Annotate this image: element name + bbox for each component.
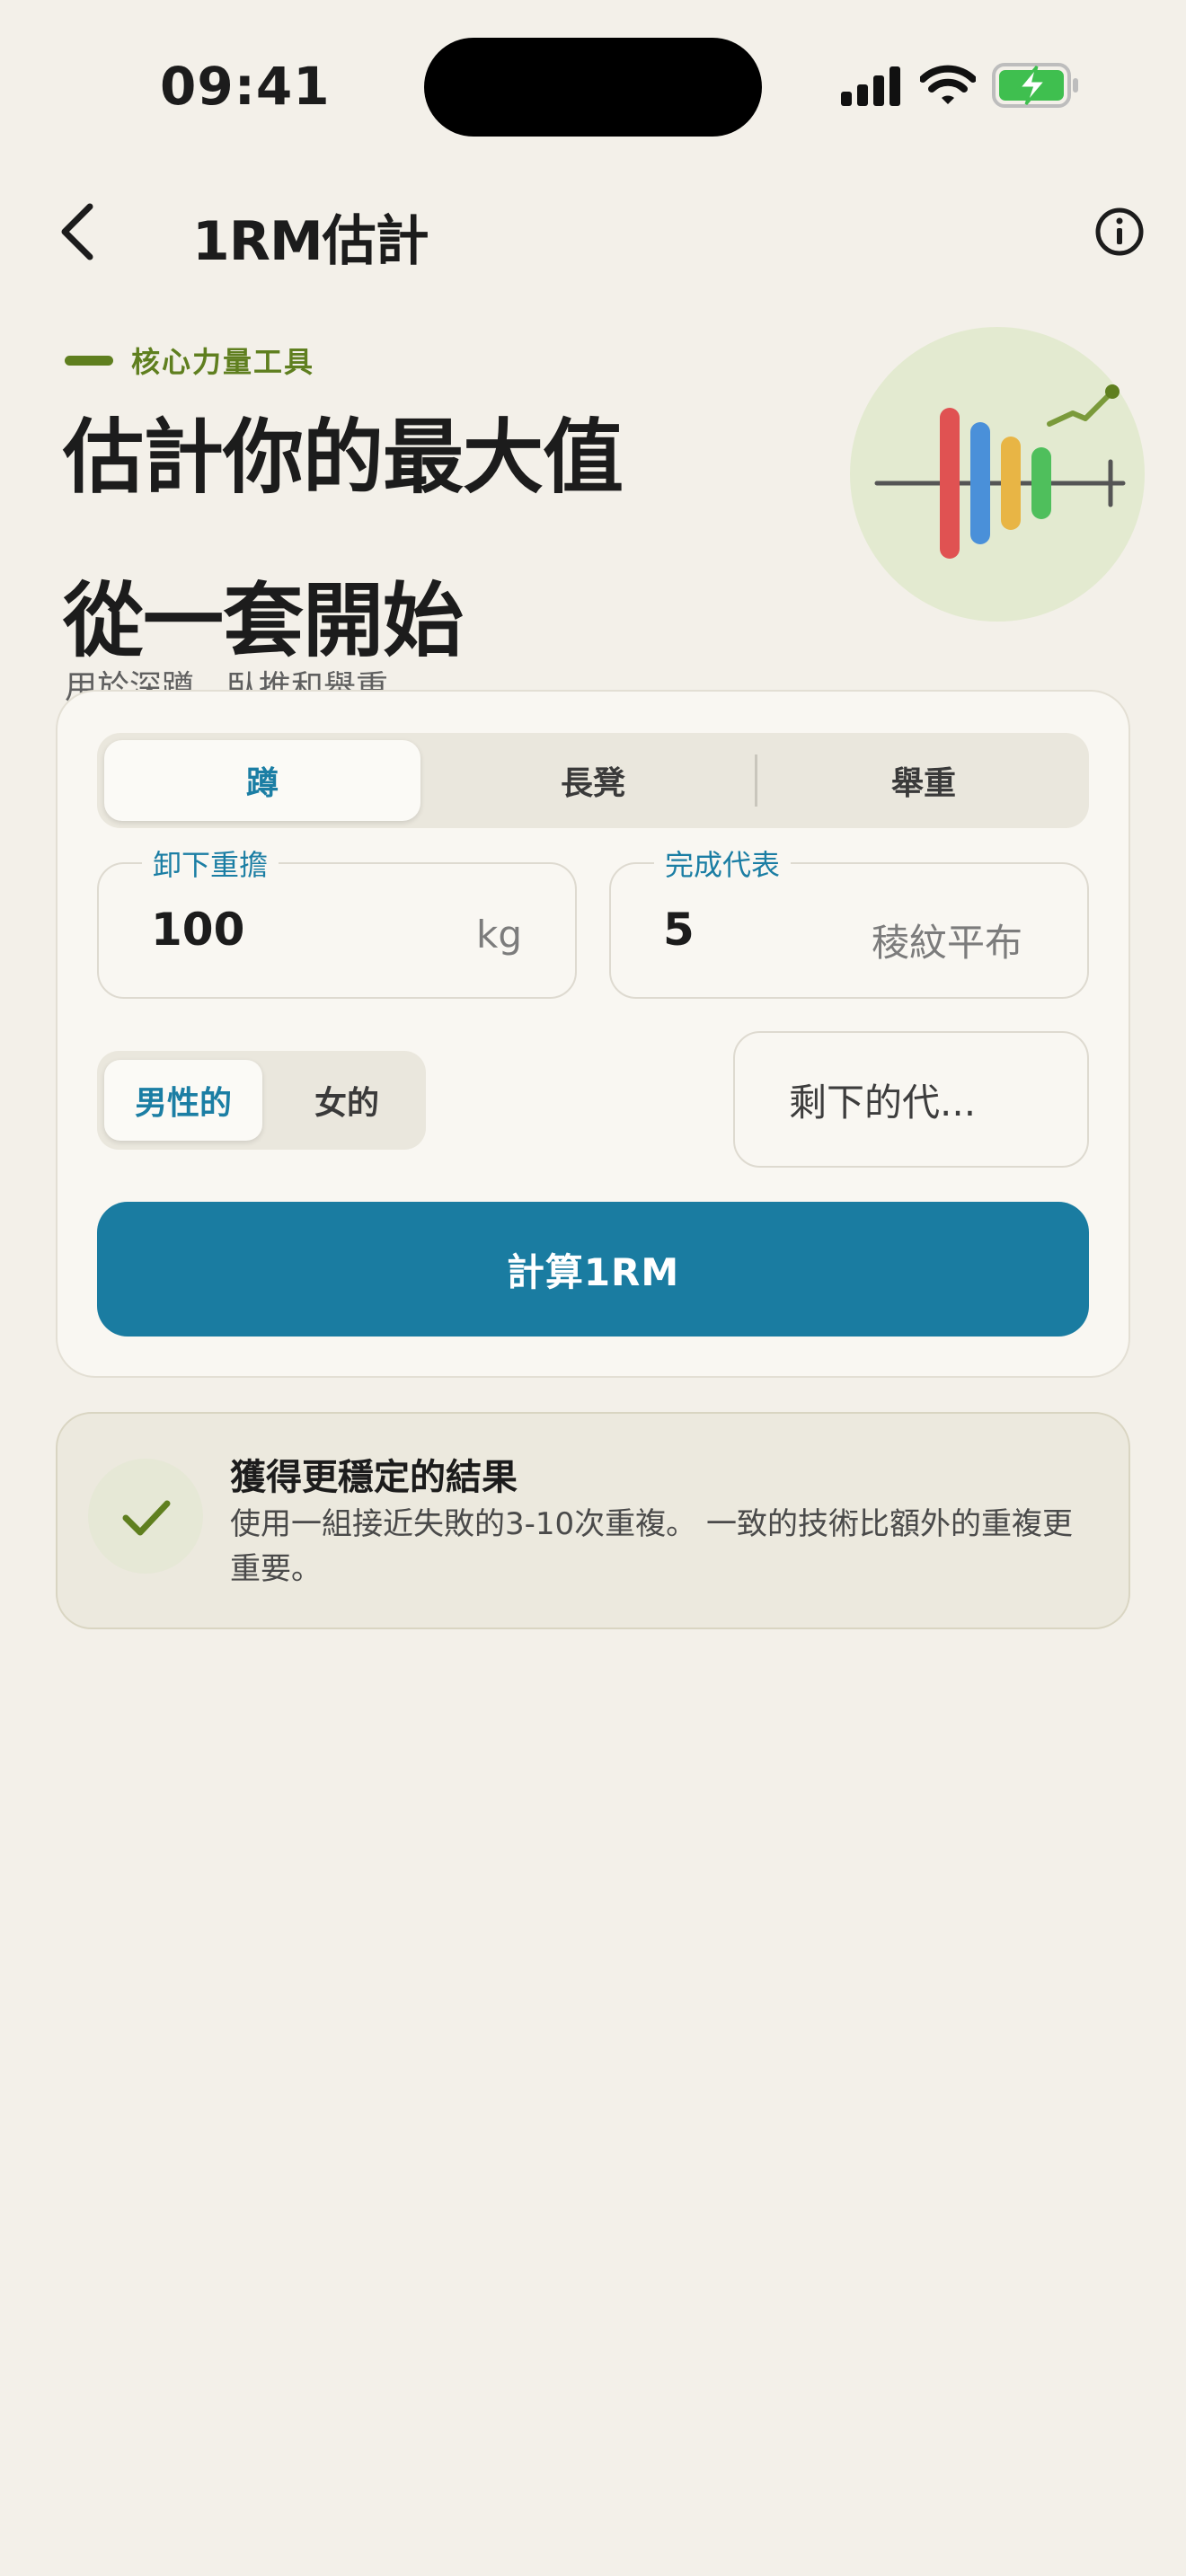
sex-female-option[interactable]: 女的	[270, 1051, 424, 1150]
dynamic-island	[424, 38, 762, 137]
reps-field[interactable]: 完成代表 5 稜紋平布	[609, 842, 1089, 999]
signal-icon	[841, 66, 900, 106]
weight-unit: kg	[476, 913, 522, 957]
tab-squat[interactable]: 蹲	[104, 740, 420, 821]
chevron-left-icon[interactable]	[54, 199, 108, 264]
sex-male-option[interactable]: 男性的	[104, 1060, 262, 1141]
tip-title: 獲得更穩定的結果	[230, 1457, 518, 1498]
hero-title-line1: 估計你的最大值	[63, 410, 624, 505]
status-time: 09:41	[160, 56, 331, 117]
weight-field[interactable]: 卸下重擔 100 kg	[97, 842, 577, 999]
reps-suffix: 稜紋平布	[872, 921, 1023, 965]
reps-in-reserve-select[interactable]: 剩下的代...	[733, 1031, 1089, 1168]
page-title: 1RM估計	[192, 210, 429, 273]
sex-toggle: 男性的 女的	[97, 1051, 426, 1150]
hero-title-line2: 從一套開始	[63, 574, 464, 668]
tip-icon-bg	[88, 1459, 203, 1574]
weight-field-value[interactable]: 100	[151, 904, 244, 956]
reps-field-value[interactable]: 5	[663, 904, 695, 956]
eyebrow-bar	[65, 356, 113, 366]
tab-divider	[755, 754, 757, 807]
calculate-button[interactable]: 計算1RM	[97, 1202, 1089, 1337]
lift-tabs: 蹲 長凳 舉重	[97, 733, 1089, 828]
barbell-chart-icon	[850, 327, 1145, 622]
battery-charging-icon	[992, 63, 1078, 108]
eyebrow-label: 核心力量工具	[131, 345, 315, 379]
check-icon	[122, 1500, 171, 1536]
weight-field-label: 卸下重擔	[142, 842, 279, 884]
info-icon[interactable]	[1093, 205, 1146, 259]
reps-field-label: 完成代表	[654, 842, 792, 884]
tab-deadlift[interactable]: 舉重	[758, 733, 1089, 828]
tip-body: 使用一組接近失敗的3-10次重複。 一致的技術比額外的重複更重要。	[230, 1506, 1073, 1587]
tab-bench[interactable]: 長凳	[428, 733, 758, 828]
wifi-icon	[920, 65, 976, 104]
